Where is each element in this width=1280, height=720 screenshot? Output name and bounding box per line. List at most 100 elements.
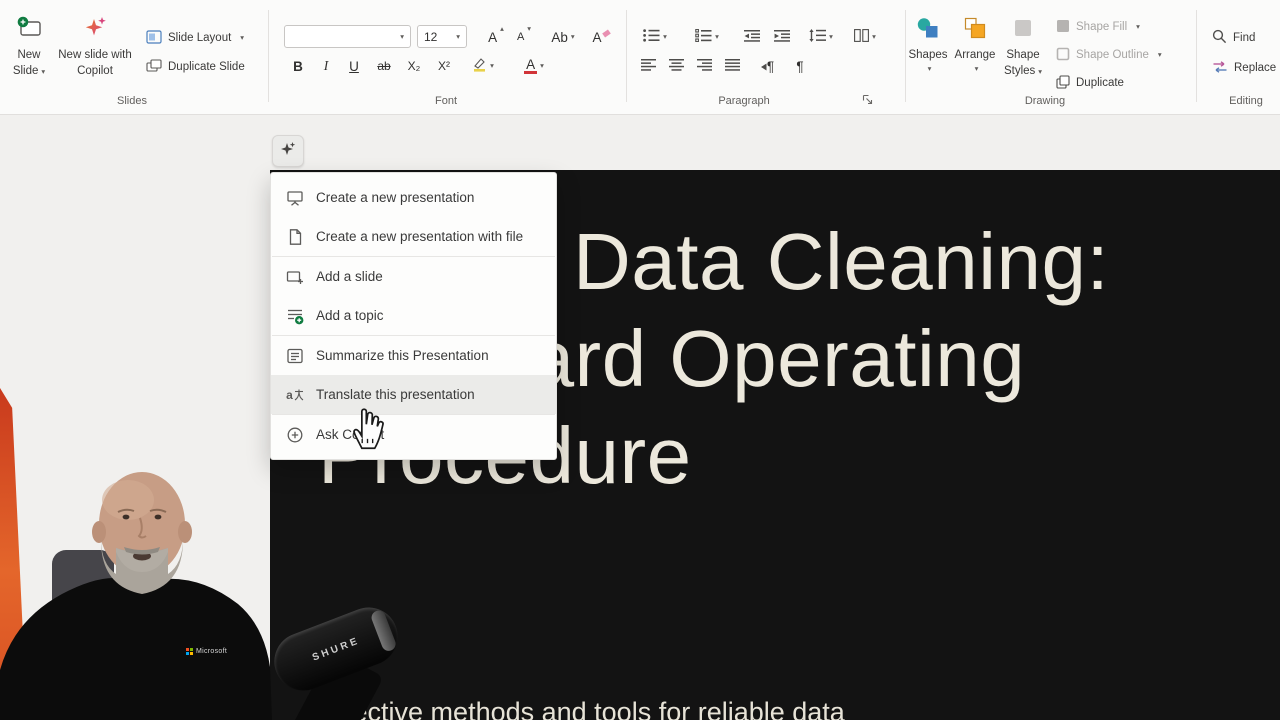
align-left-button[interactable] <box>636 54 660 78</box>
copilot-sparkle-icon <box>82 15 108 46</box>
slide-layout-label: Slide Layout <box>168 32 231 44</box>
replace-button[interactable]: Replace <box>1212 58 1276 78</box>
menu-item-add-topic[interactable]: Add a topic <box>271 296 556 335</box>
shape-styles-icon <box>1010 15 1036 46</box>
paragraph-dialog-launcher[interactable] <box>862 92 873 110</box>
change-case-button[interactable]: Ab▾ <box>545 25 581 49</box>
grow-font-button[interactable]: A▴ <box>483 25 509 49</box>
chevron-down-icon: ▾ <box>490 62 494 70</box>
chevron-down-icon: ▾ <box>400 33 404 41</box>
highlight-color-button[interactable]: ▾ <box>464 54 502 78</box>
font-color-letter: A <box>526 59 535 71</box>
slide-layout-icon <box>146 30 162 47</box>
chevron-down-icon: ▾ <box>975 65 979 73</box>
shape-styles-button[interactable]: Shape Styles▾ <box>1000 15 1046 78</box>
chevron-down-icon: ▾ <box>1158 51 1162 59</box>
replace-label: Replace <box>1234 62 1276 74</box>
add-topic-icon <box>285 307 305 325</box>
grow-font-letter: A <box>488 30 497 45</box>
increase-indent-button[interactable] <box>770 25 794 49</box>
shape-fill-button[interactable]: Shape Fill ▾ <box>1056 17 1140 37</box>
slide-title-line1[interactable]: Data Cleaning: <box>573 222 1109 302</box>
strikethrough-label: ab <box>377 59 390 73</box>
duplicate-slide-button[interactable]: Duplicate Slide <box>146 57 245 77</box>
outdent-icon <box>744 30 760 45</box>
find-button[interactable]: Find <box>1212 28 1255 48</box>
align-right-icon <box>697 59 712 74</box>
chevron-down-icon: ▾ <box>663 33 667 41</box>
shape-outline-icon <box>1056 47 1070 64</box>
new-slide-copilot-label-2: Copilot <box>77 65 113 78</box>
bold-button[interactable]: B <box>285 54 311 78</box>
chevron-down-icon: ▾ <box>540 62 544 70</box>
superscript-label: X² <box>438 59 450 73</box>
bullets-button[interactable]: ▾ <box>636 25 674 49</box>
align-left-icon <box>641 59 656 74</box>
arrow-up-icon: ▴ <box>500 25 504 33</box>
text-direction-button[interactable]: ¶ <box>752 54 782 78</box>
ribbon: New Slide▾ New slide with Copilot Slide … <box>0 0 1280 115</box>
slide-subtitle[interactable]: Effective methods and tools for reliable… <box>320 697 845 720</box>
arrange-icon <box>962 15 988 46</box>
new-slide-button[interactable]: New Slide▾ <box>6 15 52 78</box>
shrink-font-letter: A <box>517 31 524 43</box>
decrease-indent-button[interactable] <box>740 25 764 49</box>
underline-button[interactable]: U <box>341 54 367 78</box>
copilot-menu: Create a new presentation Create a new p… <box>270 172 557 460</box>
duplicate-button[interactable]: Duplicate <box>1056 73 1124 93</box>
line-spacing-button[interactable]: ▾ <box>802 25 840 49</box>
shapes-label: Shapes <box>908 49 947 62</box>
shapes-icon <box>915 15 941 46</box>
group-label-editing: Editing <box>1206 95 1280 107</box>
presentation-icon <box>285 189 305 207</box>
clear-formatting-button[interactable]: A <box>588 25 614 49</box>
chevron-down-icon: ▾ <box>829 33 833 41</box>
chevron-down-icon: ▾ <box>872 33 876 41</box>
menu-item-label: Add a topic <box>316 308 384 323</box>
pilcrow-icon: ¶ <box>767 59 774 74</box>
shapes-button[interactable]: Shapes ▾ <box>906 15 950 73</box>
font-color-bar <box>524 71 537 74</box>
subscript-button[interactable]: X₂ <box>401 54 427 78</box>
paragraph-marks-button[interactable]: ¶ <box>788 54 812 78</box>
align-right-button[interactable] <box>692 54 716 78</box>
group-divider <box>1196 10 1197 102</box>
menu-item-create-presentation-with-file[interactable]: Create a new presentation with file <box>271 217 556 256</box>
strikethrough-button[interactable]: ab <box>371 54 397 78</box>
numbering-button[interactable]: ▾ <box>688 25 726 49</box>
menu-item-add-slide[interactable]: Add a slide <box>271 257 556 296</box>
highlighter-icon <box>472 57 487 75</box>
new-slide-label-1: New <box>17 49 40 62</box>
shrink-font-button[interactable]: A▾ <box>511 25 537 49</box>
font-size-combo[interactable]: 12 ▾ <box>417 25 467 48</box>
menu-item-translate[interactable]: a Translate this presentation <box>271 375 556 414</box>
menu-item-create-presentation[interactable]: Create a new presentation <box>271 178 556 217</box>
group-label-paragraph: Paragraph <box>704 95 784 107</box>
superscript-button[interactable]: X² <box>431 54 457 78</box>
menu-item-label: Translate this presentation <box>316 387 475 402</box>
microphone-brand: SHURE <box>311 635 362 663</box>
columns-button[interactable]: ▾ <box>846 25 884 49</box>
new-slide-copilot-button[interactable]: New slide with Copilot <box>54 15 136 78</box>
slide-layout-button[interactable]: Slide Layout ▾ <box>146 28 244 48</box>
font-size-value: 12 <box>424 30 437 44</box>
search-icon <box>1212 29 1227 47</box>
menu-item-ask-copilot[interactable]: Ask Copilot <box>271 415 556 454</box>
shape-styles-label-2: Styles <box>1004 65 1035 78</box>
new-slide-copilot-label-1: New slide with <box>58 49 132 62</box>
eraser-icon <box>602 29 611 37</box>
shape-outline-button[interactable]: Shape Outline ▾ <box>1056 45 1162 65</box>
summarize-icon <box>285 347 305 365</box>
italic-button[interactable]: I <box>313 54 339 78</box>
font-color-button[interactable]: A ▾ <box>514 54 554 78</box>
duplicate-icon <box>1056 75 1070 92</box>
menu-item-summarize[interactable]: Summarize this Presentation <box>271 336 556 375</box>
align-center-icon <box>669 59 684 74</box>
copilot-floating-button[interactable] <box>272 135 304 167</box>
change-case-label: Ab <box>551 30 568 45</box>
justify-button[interactable] <box>720 54 744 78</box>
align-center-button[interactable] <box>664 54 688 78</box>
add-slide-icon <box>285 268 305 286</box>
arrange-button[interactable]: Arrange ▾ <box>952 15 998 73</box>
font-name-combo[interactable]: ▾ <box>284 25 411 48</box>
